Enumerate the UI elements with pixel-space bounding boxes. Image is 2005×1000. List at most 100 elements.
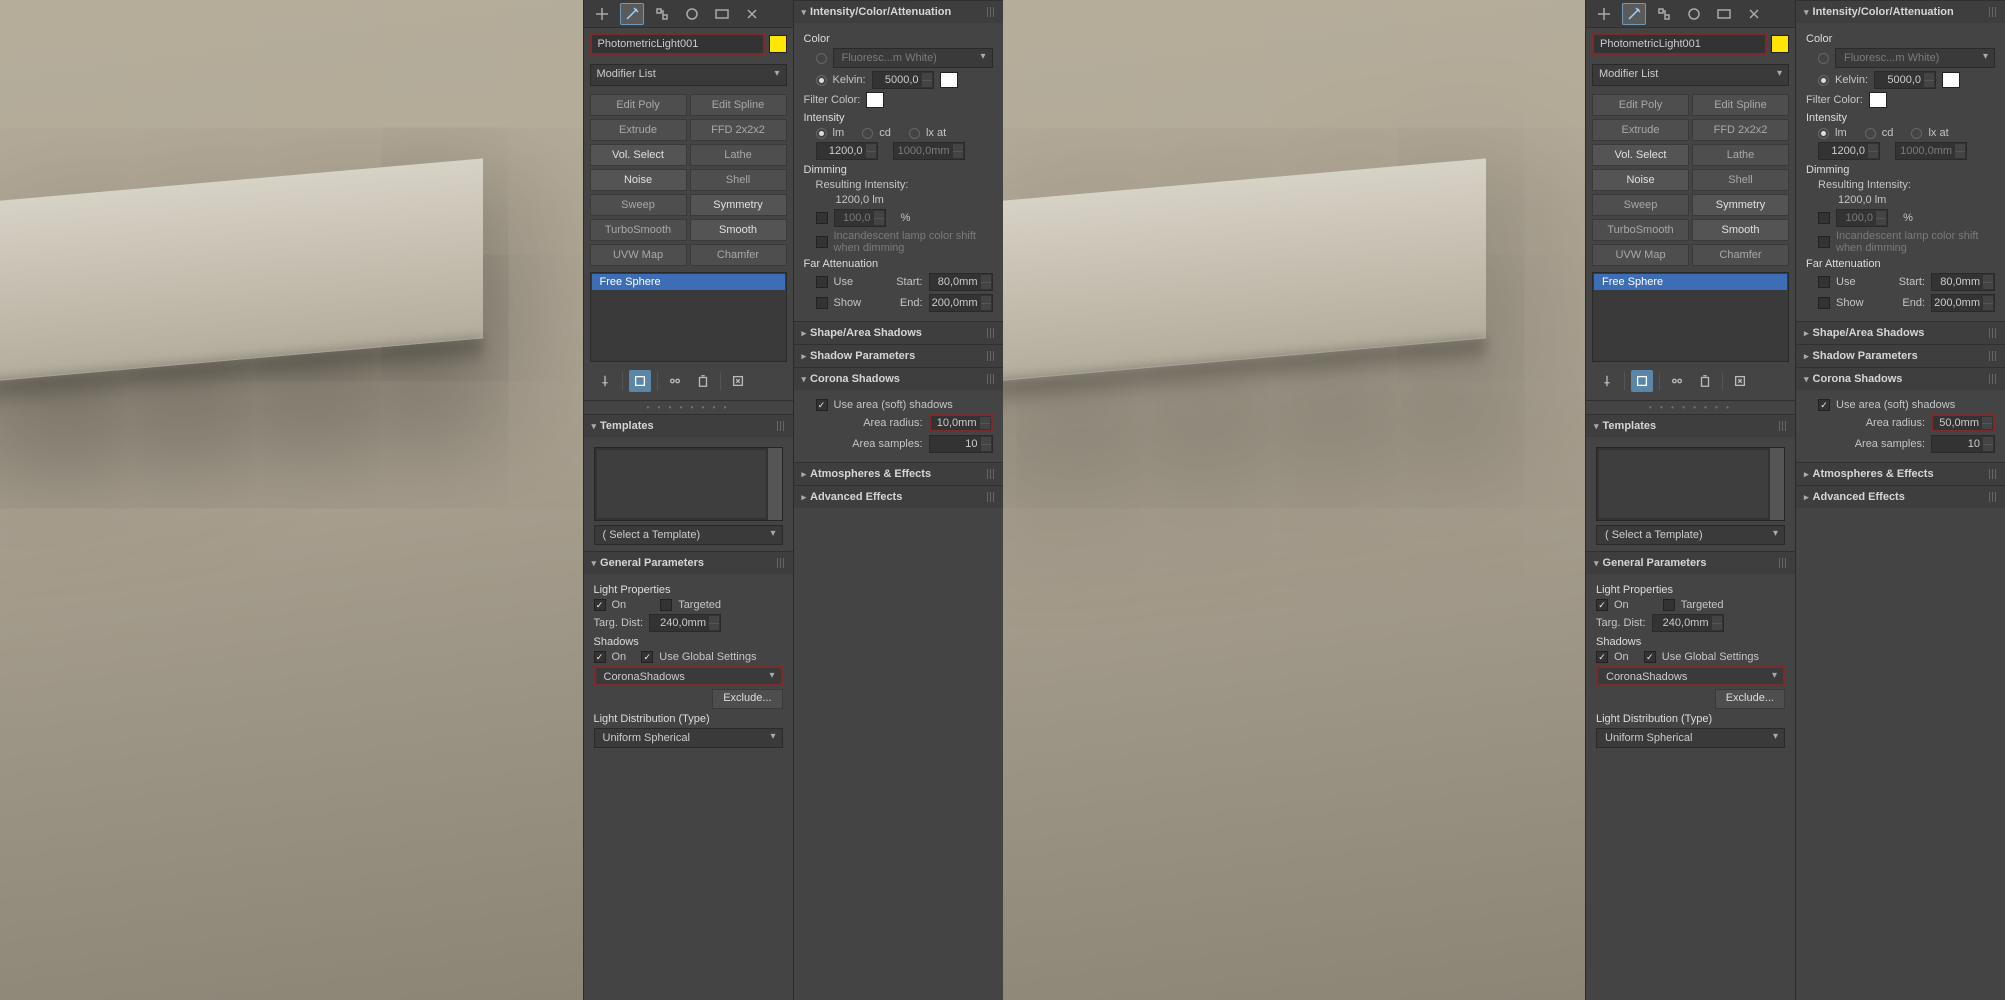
area-samples-spinner[interactable]: 10 (1931, 435, 1995, 453)
template-select[interactable]: ( Select a Template) (594, 525, 783, 545)
rollout-header[interactable]: ▸Advanced Effects (794, 486, 1003, 508)
use-global-checkbox[interactable] (1644, 651, 1656, 663)
modifier-button[interactable]: Vol. Select (1592, 144, 1689, 166)
unit-lm-radio[interactable] (816, 128, 827, 139)
targeted-checkbox[interactable] (660, 599, 672, 611)
hierarchy-tab-icon[interactable] (1652, 3, 1676, 25)
color-preset-radio[interactable] (1818, 53, 1829, 64)
motion-tab-icon[interactable] (1682, 3, 1706, 25)
intensity-spinner[interactable]: 1200,0 (816, 142, 878, 160)
kelvin-radio[interactable] (1818, 75, 1829, 86)
incandescent-checkbox[interactable] (816, 236, 828, 248)
rollout-header[interactable]: ▾General Parameters (584, 552, 793, 574)
far-end-spinner[interactable]: 200,0mm (1931, 294, 1995, 312)
object-color-swatch[interactable] (1771, 35, 1789, 53)
object-name-field[interactable] (1592, 33, 1767, 55)
configure-sets-icon[interactable] (727, 370, 749, 392)
kelvin-color-swatch[interactable] (1942, 72, 1960, 88)
far-use-checkbox[interactable] (816, 276, 828, 288)
modifier-button[interactable]: Vol. Select (590, 144, 687, 166)
create-tab-icon[interactable] (1592, 3, 1616, 25)
far-show-checkbox[interactable] (816, 297, 828, 309)
incandescent-checkbox[interactable] (1818, 236, 1830, 248)
kelvin-radio[interactable] (816, 75, 827, 86)
modifier-stack[interactable]: Free Sphere (590, 272, 787, 362)
rollout-header[interactable]: ▸Shape/Area Shadows (794, 322, 1003, 344)
stack-item[interactable]: Free Sphere (1594, 274, 1787, 290)
modifier-list-dropdown[interactable]: Modifier List (1592, 64, 1789, 86)
area-samples-spinner[interactable]: 10 (929, 435, 993, 453)
area-radius-spinner[interactable]: 10,0mm (929, 414, 993, 432)
rollout-header[interactable]: ▾Intensity/Color/Attenuation (1796, 1, 2005, 23)
targeted-checkbox[interactable] (1663, 599, 1675, 611)
kelvin-color-swatch[interactable] (940, 72, 958, 88)
exclude-button[interactable]: Exclude... (1715, 689, 1785, 709)
targ-dist-spinner[interactable]: 240,0mm (649, 614, 721, 632)
unit-lx-radio[interactable] (1911, 128, 1922, 139)
templates-listbox[interactable] (594, 447, 783, 521)
color-preset-dropdown[interactable]: Fluoresc...m White) (833, 48, 993, 68)
configure-sets-icon[interactable] (1729, 370, 1751, 392)
modify-tab-icon[interactable] (1622, 3, 1646, 25)
utilities-tab-icon[interactable] (740, 3, 764, 25)
object-color-swatch[interactable] (769, 35, 787, 53)
far-start-spinner[interactable]: 80,0mm (1931, 273, 1995, 291)
light-on-checkbox[interactable] (1596, 599, 1608, 611)
rollout-header[interactable]: ▾Corona Shadows (1796, 368, 2005, 390)
create-tab-icon[interactable] (590, 3, 614, 25)
remove-modifier-icon[interactable] (692, 370, 714, 392)
unit-lm-radio[interactable] (1818, 128, 1829, 139)
display-tab-icon[interactable] (1712, 3, 1736, 25)
rollout-header[interactable]: ▸Atmospheres & Effects (1796, 463, 2005, 485)
area-radius-spinner[interactable]: 50,0mm (1931, 414, 1995, 432)
shadow-type-dropdown[interactable]: CoronaShadows (594, 666, 783, 686)
shadows-on-checkbox[interactable] (594, 651, 606, 663)
modifier-button[interactable]: Smooth (1692, 219, 1789, 241)
templates-listbox[interactable] (1596, 447, 1785, 521)
intensity-spinner[interactable]: 1200,0 (1818, 142, 1880, 160)
show-end-result-icon[interactable] (629, 370, 651, 392)
dimming-pct-checkbox[interactable] (1818, 212, 1830, 224)
motion-tab-icon[interactable] (680, 3, 704, 25)
far-show-checkbox[interactable] (1818, 297, 1830, 309)
make-unique-icon[interactable] (1666, 370, 1688, 392)
rollout-header[interactable]: ▸Atmospheres & Effects (794, 463, 1003, 485)
filter-color-swatch[interactable] (1869, 92, 1887, 108)
modifier-button[interactable]: Symmetry (1692, 194, 1789, 216)
template-select[interactable]: ( Select a Template) (1596, 525, 1785, 545)
modifier-stack[interactable]: Free Sphere (1592, 272, 1789, 362)
utilities-tab-icon[interactable] (1742, 3, 1766, 25)
modifier-button[interactable]: Noise (1592, 169, 1689, 191)
far-use-checkbox[interactable] (1818, 276, 1830, 288)
stack-item[interactable]: Free Sphere (592, 274, 785, 290)
targ-dist-spinner[interactable]: 240,0mm (1652, 614, 1724, 632)
use-global-checkbox[interactable] (641, 651, 653, 663)
rollout-header[interactable]: ▾Intensity/Color/Attenuation (794, 1, 1003, 23)
rollout-header[interactable]: ▾Templates (1586, 415, 1795, 437)
rollout-header[interactable]: ▾Templates (584, 415, 793, 437)
use-area-shadows-checkbox[interactable] (816, 399, 828, 411)
use-area-shadows-checkbox[interactable] (1818, 399, 1830, 411)
far-start-spinner[interactable]: 80,0mm (929, 273, 993, 291)
rollout-header[interactable]: ▾General Parameters (1586, 552, 1795, 574)
dimming-pct-checkbox[interactable] (816, 212, 828, 224)
object-name-field[interactable] (590, 33, 765, 55)
show-end-result-icon[interactable] (1631, 370, 1653, 392)
shadows-on-checkbox[interactable] (1596, 651, 1608, 663)
color-preset-dropdown[interactable]: Fluoresc...m White) (1835, 48, 1995, 68)
kelvin-spinner[interactable]: 5000,0 (872, 71, 934, 89)
rollout-header[interactable]: ▸Advanced Effects (1796, 486, 2005, 508)
rollout-header[interactable]: ▸Shape/Area Shadows (1796, 322, 2005, 344)
rollout-header[interactable]: ▸Shadow Parameters (794, 345, 1003, 367)
pin-stack-icon[interactable] (1596, 370, 1618, 392)
light-distribution-dropdown[interactable]: Uniform Spherical (1596, 728, 1785, 748)
light-distribution-dropdown[interactable]: Uniform Spherical (594, 728, 783, 748)
pin-stack-icon[interactable] (594, 370, 616, 392)
color-preset-radio[interactable] (816, 53, 827, 64)
modifier-button[interactable]: Noise (590, 169, 687, 191)
make-unique-icon[interactable] (664, 370, 686, 392)
hierarchy-tab-icon[interactable] (650, 3, 674, 25)
unit-cd-radio[interactable] (1865, 128, 1876, 139)
shadow-type-dropdown[interactable]: CoronaShadows (1596, 666, 1785, 686)
kelvin-spinner[interactable]: 5000,0 (1874, 71, 1936, 89)
